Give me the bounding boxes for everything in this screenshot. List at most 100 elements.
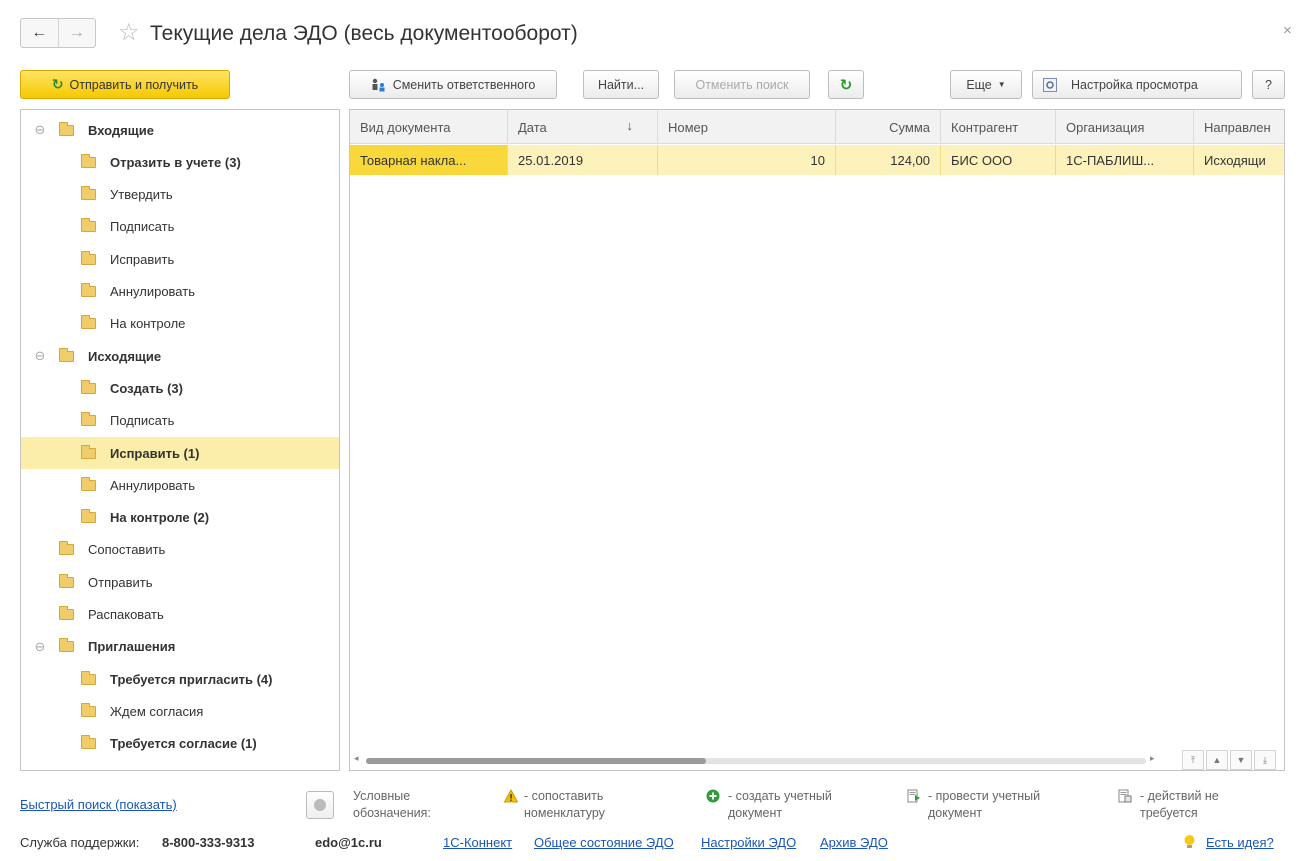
change-responsible-button[interactable]: Сменить ответственного [349,70,557,99]
tree-item-label: Требуется пригласить (4) [110,671,273,687]
cell-doc-type[interactable]: Товарная накла... [350,145,508,175]
folder-icon [59,541,74,556]
no-action-icon [1118,789,1132,803]
column-header-counterparty[interactable]: Контрагент [941,110,1056,144]
tree-item[interactable]: Аннулировать [21,469,339,501]
send-receive-button[interactable]: ↻ Отправить и получить [20,70,230,99]
link-edo-settings[interactable]: Настройки ЭДО [701,835,796,850]
tree-item[interactable]: Создать (3) [21,372,339,404]
documents-table: Вид документа Дата ↓ Номер Сумма Контраг… [349,109,1285,771]
tree-item[interactable]: ⊖ Входящие [21,114,339,146]
cell-number[interactable]: 10 [658,145,836,175]
collapse-icon[interactable]: ⊖ [33,639,47,655]
folder-icon [81,735,96,750]
folder-icon [59,638,74,653]
folder-icon [81,153,96,168]
refresh-icon: ↻ [51,76,64,92]
tree-item-label: Сопоставить [88,542,166,558]
back-button[interactable]: ← [21,19,58,47]
tree-item-label: Требуется согласие (1) [110,736,257,752]
folder-icon [59,573,74,588]
tree-item-label: На контроле (2) [110,510,210,526]
more-button[interactable]: Еще ▼ [950,70,1022,99]
tree-item-label: Исправить [110,251,175,267]
tree-item[interactable]: Сопоставить [21,534,339,566]
folder-icon [81,186,96,201]
tree-item[interactable]: ⊖ Приглашения [21,631,339,663]
forward-button[interactable]: → [57,19,96,47]
cancel-search-button[interactable]: Отменить поиск [674,70,810,99]
legend-title: Условные обозначения: [353,789,431,820]
scroll-last-icon[interactable]: ⤓ [1254,750,1276,770]
favorite-star-icon[interactable]: ☆ [118,18,140,48]
legend-item-text: - провести учетный документ [928,789,1041,820]
quick-search-link[interactable]: Быстрый поиск (показать) [20,797,177,812]
view-settings-button[interactable]: Настройка просмотра [1032,70,1242,99]
tree-item[interactable]: Исправить [21,243,339,275]
scroll-right-icon[interactable]: ▸ [1150,753,1155,764]
scroll-first-icon[interactable]: ⤒ [1182,750,1204,770]
tree-item-label: Ждем согласия [110,703,204,719]
tree-item[interactable]: Отправить [21,566,339,598]
cell-direction[interactable]: Исходящи [1194,145,1284,175]
folder-icon [81,670,96,685]
support-phone: 8-800-333-9313 [162,835,255,850]
table-row[interactable]: Товарная накла... 25.01.2019 10 124,00 Б… [350,145,1284,175]
column-header-date[interactable]: Дата ↓ [508,110,658,144]
column-header-number[interactable]: Номер [658,110,836,144]
close-button[interactable]: × [1283,22,1292,39]
tree-item[interactable]: На контроле [21,308,339,340]
folder-icon [59,347,74,362]
scroll-thumb[interactable] [366,758,706,764]
collapse-icon[interactable]: ⊖ [33,122,47,138]
cell-date[interactable]: 25.01.2019 [508,145,658,175]
chevron-down-icon: ▼ [997,80,1006,89]
legend-item-text: - создать учетный документ [728,789,832,820]
cell-counterparty[interactable]: БИС ООО [941,145,1056,175]
plus-circle-icon [706,789,720,803]
tree-panel: ⊖ Входящие Отразить в учете (3) Утвердить По… [20,109,340,771]
tree-item[interactable]: Аннулировать [21,276,339,308]
find-button[interactable]: Найти... [583,70,659,99]
link-edo-status[interactable]: Общее состояние ЭДО [534,835,674,850]
column-header-sum[interactable]: Сумма [836,110,941,144]
refresh-button[interactable]: ↻ [828,70,864,99]
warning-icon [504,789,518,803]
tree-item[interactable]: Отразить в учете (3) [21,146,339,178]
lightbulb-icon [1184,835,1195,848]
scroll-left-icon[interactable]: ◂ [354,753,359,764]
tree-item[interactable]: Требуется пригласить (4) [21,663,339,695]
folder-icon [59,121,74,136]
tree-item-label: Исходящие [88,348,162,364]
scroll-down-icon[interactable]: ▼ [1230,750,1252,770]
tree-item[interactable]: Ждем согласия [21,695,339,727]
nav-buttons: ← → [20,18,96,48]
tree-item[interactable]: Требуется согласие (1) [21,728,339,760]
link-edo-archive[interactable]: Архив ЭДО [820,835,888,850]
post-document-icon [907,789,920,803]
collapse-icon[interactable]: ⊖ [33,348,47,364]
cell-sum[interactable]: 124,00 [836,145,941,175]
horizontal-scrollbar[interactable]: ◂ ▸ ⤒ ▲ ▼ ⤓ [350,750,1284,770]
help-button[interactable]: ? [1252,70,1285,99]
quick-search-toggle-button[interactable] [306,791,334,819]
tree-item[interactable]: Подписать [21,211,339,243]
tree-item[interactable]: ⊖ Исходящие [21,340,339,372]
column-header-doc-type[interactable]: Вид документа [350,110,508,144]
column-header-organization[interactable]: Организация [1056,110,1194,144]
tree-item-label: Создать (3) [110,380,183,396]
column-header-direction[interactable]: Направлен [1194,110,1284,144]
idea-link[interactable]: Есть идея? [1206,835,1274,850]
scroll-up-icon[interactable]: ▲ [1206,750,1228,770]
link-1c-connect[interactable]: 1С-Коннект [443,835,512,850]
tree-item[interactable]: Утвердить [21,179,339,211]
tree-item[interactable]: Исправить (1) [21,437,339,469]
legend-item-text: - сопоставить номенклатуру [524,789,605,820]
tree-item-label: На контроле [110,316,186,332]
support-label: Служба поддержки: [20,835,140,850]
cell-organization[interactable]: 1С-ПАБЛИШ... [1056,145,1194,175]
tree-item[interactable]: На контроле (2) [21,502,339,534]
settings-form-icon [1043,77,1057,92]
tree-item[interactable]: Подписать [21,405,339,437]
tree-item[interactable]: Распаковать [21,599,339,631]
